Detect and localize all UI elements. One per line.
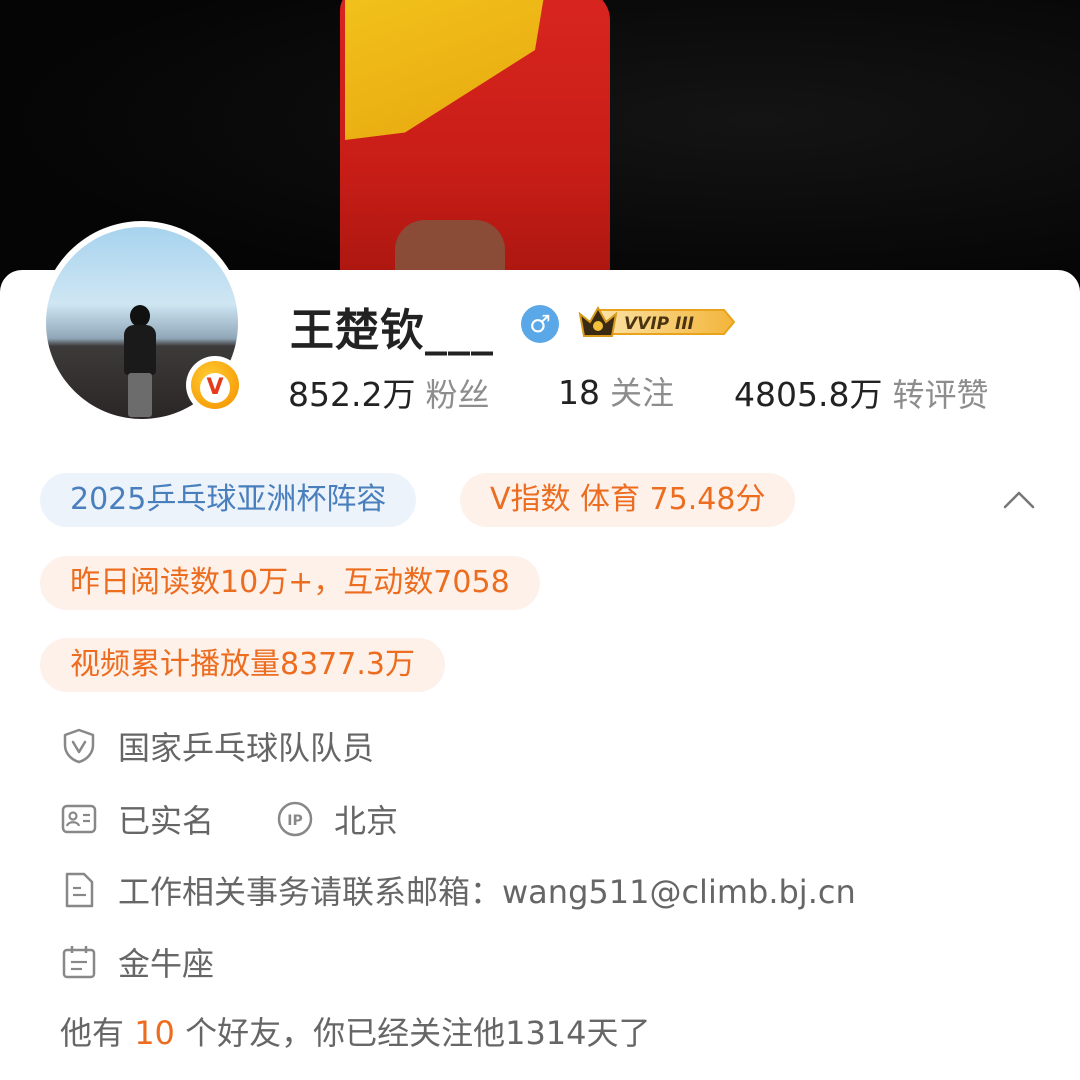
shield-v-icon — [63, 728, 95, 764]
profile-name: 王楚钦___ — [290, 305, 494, 356]
reposts-likes-label: 转评赞 — [892, 376, 989, 414]
profile-page: V 王楚钦___ ♂ VVIP III 852.2万 粉丝 18 关注 4805.8… — [0, 0, 1080, 1080]
avatar-person-body — [124, 325, 156, 375]
friends-summary[interactable]: 他有 10 个好友，你已经关注他1314天了 — [60, 1008, 651, 1054]
vvip-badge-icon[interactable]: VVIP III — [578, 302, 736, 342]
followers-count: 852.2万 — [288, 375, 416, 414]
verified-badge-letter: V — [200, 373, 230, 403]
ip-location-text: 北京 — [334, 802, 399, 840]
stats-row: 852.2万 粉丝 18 关注 4805.8万 转评赞 — [288, 368, 1048, 414]
verification-text: 国家乒乓球队队员 — [118, 729, 375, 767]
ip-location: IP 北京 — [276, 796, 398, 842]
stat-followers[interactable]: 852.2万 粉丝 — [288, 368, 490, 416]
stat-following[interactable]: 18 关注 — [558, 368, 674, 414]
friends-suffix: 个好友，你已经关注他1314天了 — [185, 1014, 651, 1052]
friends-prefix: 他有 — [60, 1014, 125, 1052]
reads-tag[interactable]: 昨日阅读数10万+，互动数7058 — [40, 556, 540, 610]
calendar-icon — [62, 946, 96, 979]
info-contact: 工作相关事务请联系邮箱：wang511@climb.bj.cn — [60, 868, 856, 912]
followers-label: 粉丝 — [425, 376, 490, 414]
contact-text: 工作相关事务请联系邮箱：wang511@climb.bj.cn — [118, 873, 856, 911]
info-verification: 国家乒乓球队队员 — [60, 724, 374, 768]
male-icon: ♂ — [521, 305, 559, 343]
info-zodiac: 金牛座 — [60, 940, 214, 984]
real-name-text: 已实名 — [118, 802, 215, 840]
topic-tag[interactable]: 2025乒乓球亚洲杯阵容 — [40, 473, 417, 527]
following-label: 关注 — [610, 374, 675, 412]
reposts-likes-count: 4805.8万 — [734, 375, 883, 414]
id-card-icon — [61, 804, 97, 834]
ip-icon: IP — [277, 801, 313, 837]
following-count: 18 — [558, 373, 600, 412]
info-realname-ip: 已实名 IP 北京 — [60, 797, 398, 841]
friends-count: 10 — [134, 1014, 175, 1052]
vvip-text: VVIP III — [624, 314, 694, 334]
document-icon — [65, 872, 94, 908]
svg-text:IP: IP — [287, 813, 302, 829]
avatar-person-head — [130, 305, 150, 327]
chevron-up-icon[interactable] — [1003, 489, 1035, 509]
v-index-tag[interactable]: V指数 体育 75.48分 — [460, 473, 796, 527]
avatar-person-legs — [128, 373, 152, 417]
verified-badge-icon: V — [186, 356, 244, 414]
stat-reposts-likes[interactable]: 4805.8万 转评赞 — [734, 368, 988, 416]
video-plays-tag[interactable]: 视频累计播放量8377.3万 — [40, 638, 445, 692]
zodiac-text: 金牛座 — [118, 945, 215, 983]
